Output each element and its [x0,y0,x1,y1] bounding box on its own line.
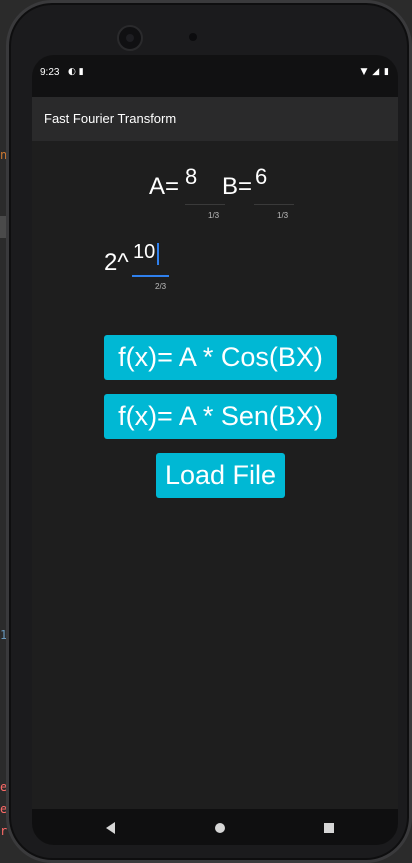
status-bar: 9:23 ◐ ▮ ▼ ◢ ▮ [32,55,398,97]
main-content: A= 8 1/3 B= 6 1/3 2^ 10 2/3 f(x)= A * Co… [32,141,398,809]
power-label: 2^ [104,249,129,276]
b-input-counter: 1/3 [277,211,289,220]
a-input-counter: 1/3 [208,211,220,220]
b-input-underline [254,204,294,205]
front-camera-icon [117,25,143,51]
app-bar: Fast Fourier Transform [32,97,398,141]
power-input[interactable]: 10 [133,241,155,264]
status-left-icons: ◐ ▮ [68,67,84,77]
b-input[interactable]: 6 [255,164,267,190]
back-icon[interactable] [106,822,115,834]
proximity-sensor-icon [189,33,197,41]
sd-card-icon: ▮ [78,67,84,77]
a-input[interactable]: 8 [185,164,197,190]
home-icon[interactable] [215,823,225,833]
recents-icon[interactable] [324,823,334,833]
battery-icon: ▮ [384,67,390,77]
a-input-underline [185,204,225,205]
power-input-counter: 2/3 [155,282,167,291]
a-label: A= [149,173,180,200]
app-title: Fast Fourier Transform [44,111,177,126]
data-saver-icon: ◐ [68,67,76,77]
status-time: 9:23 [40,67,60,78]
text-caret [157,243,159,265]
phone-frame: 9:23 ◐ ▮ ▼ ◢ ▮ Fast Fourier Transform A=… [6,0,412,863]
signal-icon: ◢ [372,67,381,77]
wifi-icon: ▼ [360,67,369,77]
navigation-bar [32,809,398,845]
power-input-underline [132,275,169,277]
b-label: B= [222,173,253,200]
status-right-icons: ▼ ◢ ▮ [360,67,390,77]
device-screen: 9:23 ◐ ▮ ▼ ◢ ▮ Fast Fourier Transform A=… [32,55,398,845]
load-file-button[interactable]: Load File [156,453,285,498]
sen-function-button[interactable]: f(x)= A * Sen(BX) [104,394,337,439]
cos-function-button[interactable]: f(x)= A * Cos(BX) [104,335,337,380]
